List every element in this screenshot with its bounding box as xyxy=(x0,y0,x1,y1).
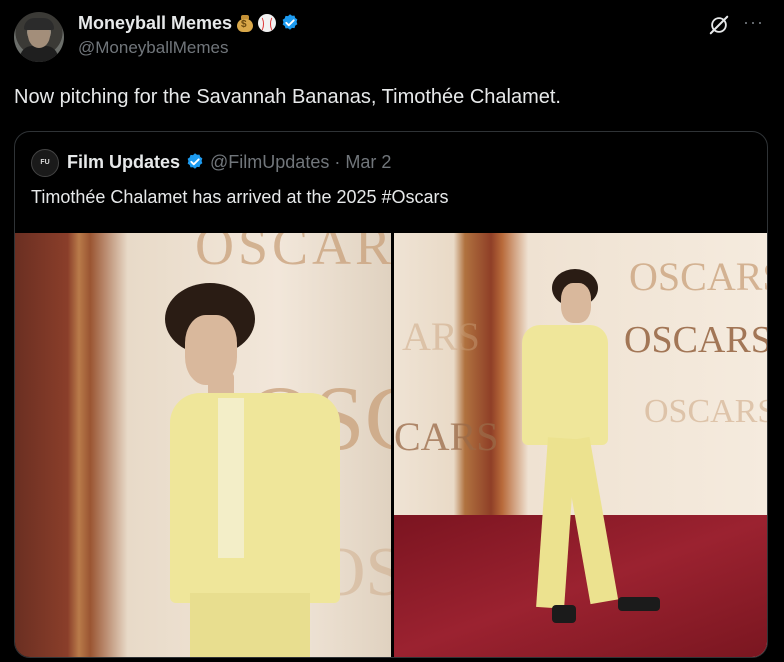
person-shoe xyxy=(618,597,660,611)
author-avatar[interactable] xyxy=(14,12,64,62)
person-jacket xyxy=(522,325,608,445)
media-image-left[interactable]: OSCARS OSC OSC xyxy=(15,233,391,657)
backdrop-text: OSCARS OSC xyxy=(629,254,767,299)
post-text: Now pitching for the Savannah Bananas, T… xyxy=(14,86,561,108)
backdrop-text: CARS xyxy=(394,414,499,459)
backdrop-text: OSCARS OS xyxy=(644,393,767,430)
verified-badge-icon xyxy=(282,14,298,30)
quoted-author-handle[interactable]: @FilmUpdates xyxy=(210,152,329,173)
person-shoe xyxy=(552,605,576,623)
quoted-post-date[interactable]: Mar 2 xyxy=(345,152,391,173)
quoted-post[interactable]: FU Film Updates @FilmUpdates · Mar 2 Tim… xyxy=(14,131,768,658)
author-handle[interactable]: @MoneyballMemes xyxy=(78,38,228,58)
person-jacket xyxy=(170,393,340,603)
grok-icon[interactable] xyxy=(708,14,730,36)
quoted-author-avatar[interactable]: FU xyxy=(31,149,59,177)
backdrop-text: ARS xyxy=(402,314,480,359)
quoted-separator: · xyxy=(334,151,341,172)
quoted-post-text: Timothée Chalamet has arrived at the 202… xyxy=(31,187,449,207)
author-name-row: Moneyball Memes $ xyxy=(78,12,300,34)
person-face xyxy=(561,283,591,323)
media-image-right[interactable]: OSCARS OSC OSCARS OSC OSCARS OS ARS CARS xyxy=(394,233,767,657)
person-trousers xyxy=(190,593,310,657)
author-name[interactable]: Moneyball Memes xyxy=(78,13,232,34)
more-options-icon[interactable]: ··· xyxy=(743,12,764,33)
quoted-media-grid: OSCARS OSC OSC OSCARS OSC OSCARS OSC OSC… xyxy=(15,233,767,657)
quoted-post-header: Film Updates @FilmUpdates · Mar 2 xyxy=(67,151,391,173)
quoted-verified-badge-icon xyxy=(187,153,203,169)
money-bag-icon: $ xyxy=(236,14,254,32)
person-shirt xyxy=(218,398,244,558)
baseball-icon xyxy=(258,14,277,32)
backdrop-text: OSCARS OSC xyxy=(624,319,767,361)
quoted-author-name[interactable]: Film Updates xyxy=(67,152,180,173)
backdrop-text: OSCARS xyxy=(195,233,391,276)
post-card[interactable]: Moneyball Memes $ @MoneyballMemes ··· No… xyxy=(0,0,784,662)
